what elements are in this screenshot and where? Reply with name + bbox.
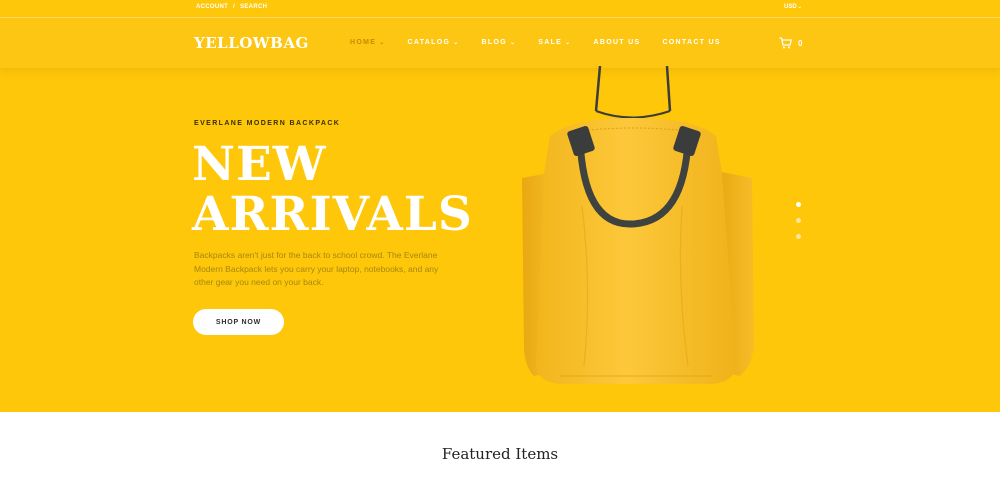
chevron-down-icon: ⌄ <box>509 40 517 46</box>
currency-label: USD <box>784 4 797 10</box>
nav-item-label: ABOUT US <box>593 39 641 46</box>
chevron-down-icon: ⌄ <box>797 4 802 10</box>
main-header: YELLOWBAG HOME ⌄ CATALOG ⌄ BLOG ⌄ SALE ⌄ ABO… <box>0 18 1000 68</box>
nav-item-label: CONTACT US <box>662 39 721 46</box>
tote-bag-image <box>522 66 754 384</box>
slider-pagination <box>796 202 801 250</box>
logo-text-yellow: YELLOW <box>194 34 271 52</box>
nav-item-catalog[interactable]: CATALOG ⌄ <box>408 39 460 46</box>
nav-item-label: HOME <box>350 39 377 46</box>
nav-item-label: BLOG <box>481 39 507 46</box>
featured-section: Featured Items <box>0 412 1000 495</box>
headline-line-1: NEW <box>192 137 327 192</box>
hero-section: ACCOUNT / SEARCH USD⌄ YELLOWBAG HOME ⌄ CATA… <box>0 0 1000 412</box>
hero-eyebrow: EVERLANE MODERN BACKPACK <box>194 120 341 127</box>
nav-item-contact-us[interactable]: CONTACT US <box>662 39 720 46</box>
nav-item-blog[interactable]: BLOG ⌄ <box>482 39 517 46</box>
site-logo[interactable]: YELLOWBAG <box>194 34 309 52</box>
slider-dot[interactable] <box>796 234 801 239</box>
slider-dot[interactable] <box>796 218 801 223</box>
link-separator: / <box>233 4 236 10</box>
chevron-down-icon: ⌄ <box>379 40 386 46</box>
search-link[interactable]: SEARCH <box>240 4 267 10</box>
top-bar: ACCOUNT / SEARCH USD⌄ <box>0 0 1000 18</box>
featured-title: Featured Items <box>441 445 559 463</box>
nav-item-about-us[interactable]: ABOUT US <box>593 39 640 46</box>
logo-text-bag: BAG <box>270 34 309 52</box>
hero-headline: NEW ARRIVALS <box>192 140 473 240</box>
currency-selector[interactable]: USD⌄ <box>784 4 802 10</box>
cart-count: 0 <box>798 38 803 48</box>
shop-now-button[interactable]: SHOP NOW <box>193 309 284 335</box>
nav-item-sale[interactable]: SALE ⌄ <box>538 39 571 46</box>
hero-description: Backpacks aren't just for the back to sc… <box>194 250 439 287</box>
chevron-down-icon: ⌄ <box>453 40 460 46</box>
headline-line-2: ARRIVALS <box>192 187 473 242</box>
nav-item-label: SALE <box>538 39 563 46</box>
cart-button[interactable]: 0 <box>779 37 802 49</box>
chevron-down-icon: ⌄ <box>565 40 572 46</box>
account-link[interactable]: ACCOUNT <box>196 4 228 10</box>
slider-dot[interactable] <box>796 202 801 207</box>
account-links: ACCOUNT / SEARCH <box>196 4 267 10</box>
main-nav: HOME ⌄ CATALOG ⌄ BLOG ⌄ SALE ⌄ ABOUT US CONT… <box>350 39 743 46</box>
nav-item-home[interactable]: HOME ⌄ <box>350 39 386 46</box>
nav-item-label: CATALOG <box>407 39 451 46</box>
cart-icon <box>779 37 792 49</box>
